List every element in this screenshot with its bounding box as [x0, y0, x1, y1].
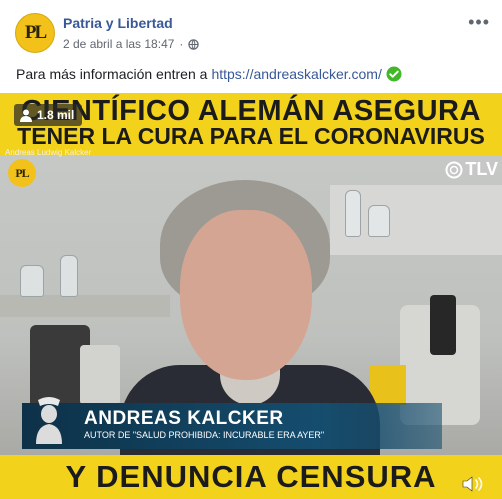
tlv-logo: TLV: [445, 159, 498, 180]
page-avatar[interactable]: PL: [15, 13, 55, 53]
globe-icon[interactable]: [188, 38, 200, 50]
post-message-text: Para más información entren a: [16, 66, 208, 82]
post-meta: 2 de abril a las 18:47 ·: [63, 37, 200, 51]
headline-line-2: TENER LA CURA PARA EL CORONAVIRUS: [17, 123, 485, 149]
video-watermark-name: Andreas Ludwig Kalcker: [5, 148, 92, 157]
more-options-button[interactable]: •••: [468, 12, 490, 33]
page-name-link[interactable]: Patria y Libertad: [63, 15, 173, 31]
speaker-face: [180, 210, 312, 380]
bottom-banner-text: Y DENUNCIA CENSURA: [65, 459, 437, 494]
volume-icon[interactable]: [462, 475, 484, 493]
post-message: Para más información entren a https://an…: [16, 66, 402, 82]
lower-third-name: ANDREAS KALCKER: [84, 408, 284, 429]
bust-logo-icon: [36, 397, 62, 444]
avatar-logo-text: PL: [24, 22, 47, 43]
lower-third-role: AUTOR DE "SALUD PROHIBIDA: INCURABLE ERA…: [84, 430, 325, 440]
video-player[interactable]: CIENTÍFICO ALEMÁN ASEGURA TENER LA CURA …: [0, 93, 502, 499]
check-circle-icon: [386, 66, 402, 82]
view-count: 1.8 mil: [37, 108, 75, 122]
channel-mini-logo: PL: [8, 159, 36, 187]
post-external-link[interactable]: https://andreaskalcker.com/: [211, 66, 381, 82]
post-timestamp[interactable]: 2 de abril a las 18:47: [63, 37, 174, 51]
person-icon: [20, 109, 32, 122]
facebook-post: PL Patria y Libertad 2 de abril a las 18…: [0, 0, 502, 499]
view-count-badge: 1.8 mil: [14, 104, 83, 126]
post-header: PL Patria y Libertad 2 de abril a las 18…: [0, 0, 502, 60]
tlv-ring-icon: [445, 161, 463, 178]
